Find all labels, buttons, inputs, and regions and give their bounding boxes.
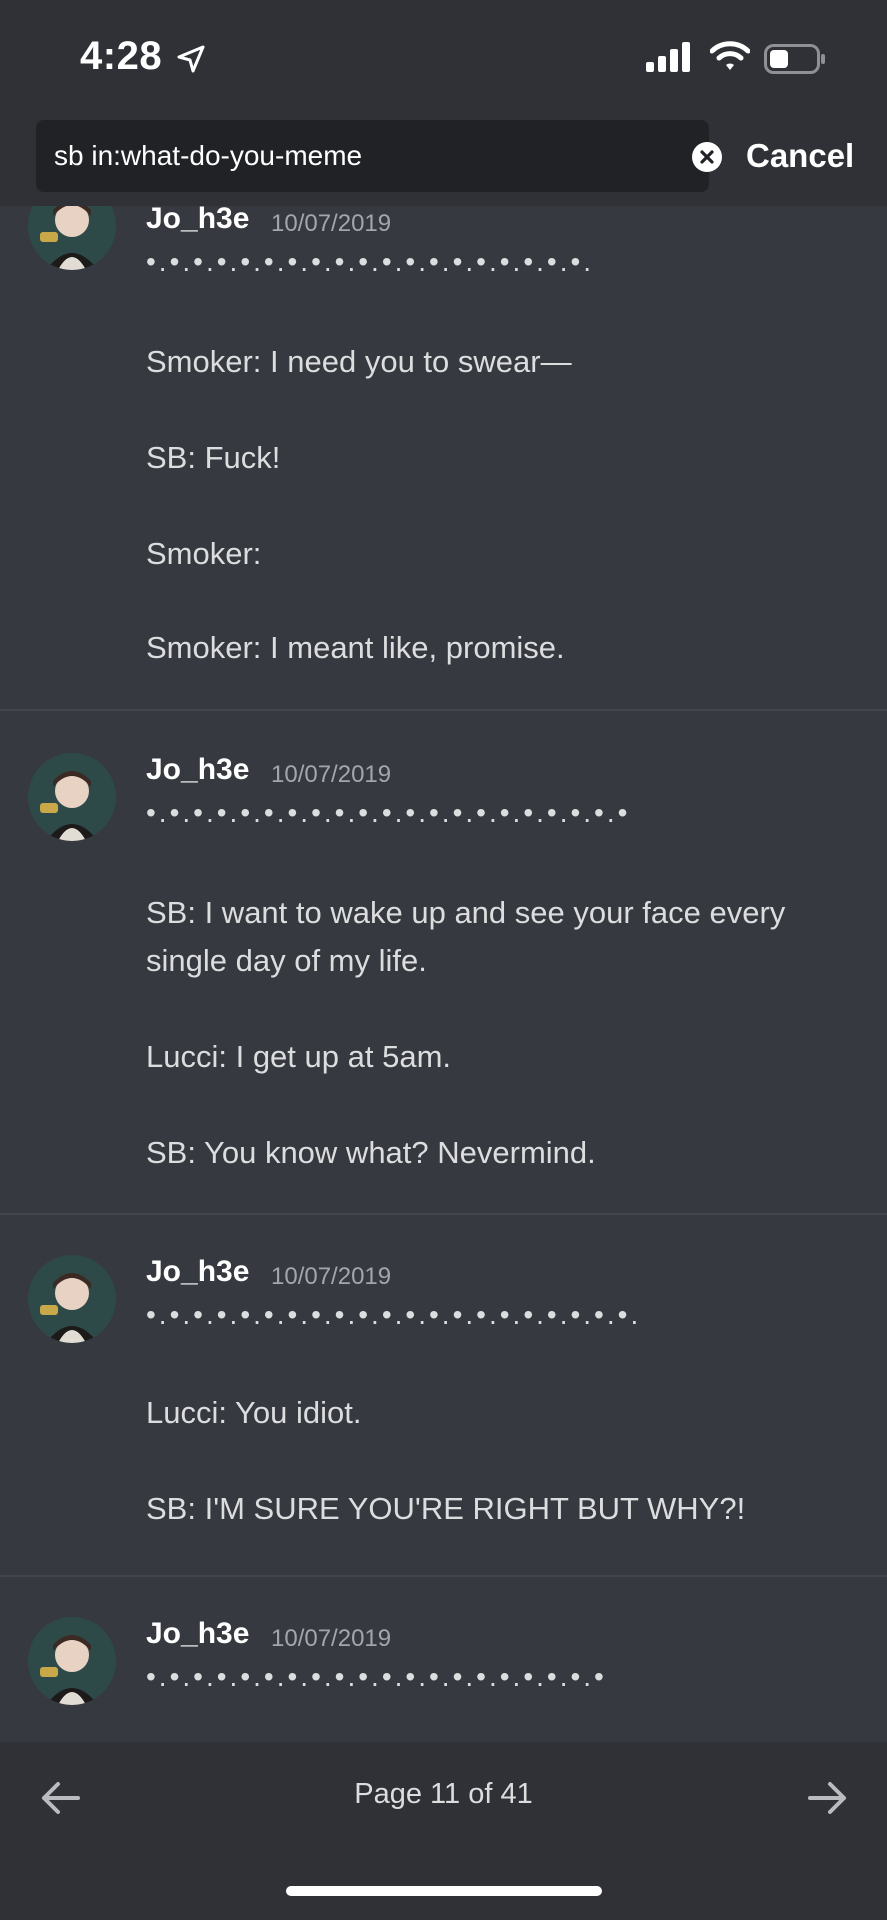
pagination-bar: Page 11 of 41	[0, 1742, 887, 1920]
message-author[interactable]: Jo_h3e	[146, 1255, 249, 1289]
search-input[interactable]: sb in:what-do-you-meme	[54, 120, 614, 192]
message-timestamp: 10/07/2019	[271, 210, 392, 237]
clear-search-icon[interactable]	[692, 142, 722, 172]
message-line: single day of my life.	[146, 943, 427, 978]
home-indicator[interactable]	[286, 1886, 602, 1896]
battery-icon	[764, 44, 825, 74]
avatar[interactable]	[28, 1617, 116, 1705]
wifi-icon	[710, 41, 750, 70]
message-line: SB: Fuck!	[146, 440, 281, 475]
next-page-arrow-icon[interactable]	[806, 1776, 850, 1820]
message-line: Smoker: I meant like, promise.	[146, 630, 565, 665]
status-time: 4:28	[80, 34, 163, 78]
message-decoration: •.•.•.•.•.•.•.•.•.•.•.•.•.•.•.•.•.•.•.•	[146, 1661, 607, 1692]
location-arrow-icon	[177, 45, 205, 73]
message-line: Smoker: I need you to swear—	[146, 344, 572, 379]
status-bar: 4:28	[0, 0, 887, 120]
message-decoration: •.•.•.•.•.•.•.•.•.•.•.•.•.•.•.•.•.•.•.•.…	[146, 797, 631, 828]
message-decoration: •.•.•.•.•.•.•.•.•.•.•.•.•.•.•.•.•.•.•.•.…	[146, 1299, 642, 1330]
search-field[interactable]: sb in:what-do-you-meme	[36, 120, 722, 192]
message-author[interactable]: Jo_h3e	[146, 206, 249, 236]
message-author[interactable]: Jo_h3e	[146, 1617, 249, 1651]
message-timestamp: 10/07/2019	[271, 761, 392, 788]
avatar-image	[28, 1617, 116, 1705]
avatar-image	[28, 206, 116, 270]
message-line: SB: I want to wake up and see your face …	[146, 895, 786, 930]
avatar-image	[28, 1255, 116, 1343]
message-line: SB: You know what? Nevermind.	[146, 1135, 596, 1170]
page-indicator: Page 11 of 41	[354, 1778, 533, 1810]
message-timestamp: 10/07/2019	[271, 1625, 392, 1652]
search-result-message[interactable]: Jo_h3e 10/07/2019 •.•.•.•.•.•.•.•.•.•.•.…	[0, 1215, 887, 1567]
message-line: Lucci: You idiot.	[146, 1395, 362, 1430]
search-header: sb in:what-do-you-meme Cancel	[0, 120, 887, 206]
search-result-message[interactable]: Jo_h3e 10/07/2019 •.•.•.•.•.•.•.•.•.•.•.…	[0, 711, 887, 1211]
avatar[interactable]	[28, 206, 116, 270]
search-results-list: Jo_h3e 10/07/2019 •.•.•.•.•.•.•.•.•.•.•.…	[0, 206, 887, 1742]
message-line: Smoker:	[146, 536, 262, 571]
avatar[interactable]	[28, 1255, 116, 1343]
search-result-message[interactable]: Jo_h3e 10/07/2019 •.•.•.•.•.•.•.•.•.•.•.…	[0, 1577, 887, 1742]
message-line: SB: I'M SURE YOU'RE RIGHT BUT WHY?!	[146, 1491, 746, 1526]
cancel-button[interactable]: Cancel	[746, 120, 854, 192]
avatar[interactable]	[28, 753, 116, 841]
search-result-message[interactable]: Jo_h3e 10/07/2019 •.•.•.•.•.•.•.•.•.•.•.…	[0, 206, 887, 709]
message-decoration: •.•.•.•.•.•.•.•.•.•.•.•.•.•.•.•.•.•.•.	[146, 246, 595, 277]
cellular-signal-icon	[646, 42, 690, 72]
message-line: Lucci: I get up at 5am.	[146, 1039, 452, 1074]
avatar-image	[28, 753, 116, 841]
message-timestamp: 10/07/2019	[271, 1263, 392, 1290]
message-author[interactable]: Jo_h3e	[146, 753, 249, 787]
